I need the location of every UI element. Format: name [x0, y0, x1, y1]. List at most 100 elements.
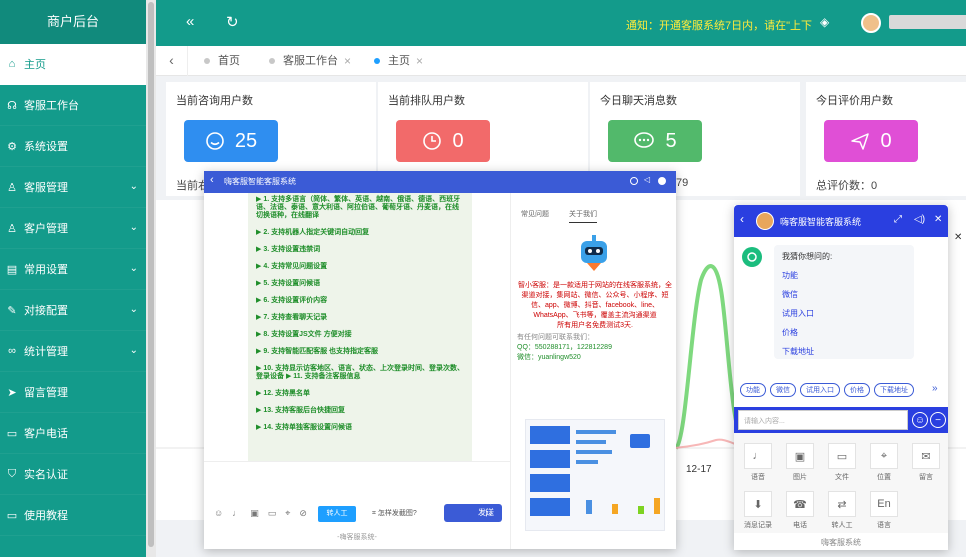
phone-icon: ☎: [786, 491, 814, 517]
clock-icon: [423, 132, 442, 150]
sidebar-item-8[interactable]: ➤ 留言管理: [0, 372, 146, 413]
sidebar-item-5[interactable]: ▤ 常用设置 ⌄: [0, 249, 146, 290]
chevron-down-icon: ⌄: [129, 345, 138, 356]
sidebar-item-0[interactable]: ⌂ 主页: [0, 44, 146, 85]
emoji-icon[interactable]: ☺: [214, 508, 223, 519]
sidebar-item-7[interactable]: ∞ 统计管理 ⌄: [0, 331, 146, 372]
chip-download[interactable]: 下载地址: [874, 383, 914, 397]
tool-transfer[interactable]: ⇄ 转人工: [822, 491, 862, 530]
download-icon: ⬇: [744, 491, 772, 517]
chip-price[interactable]: 价格: [844, 383, 870, 397]
avatar[interactable]: [861, 13, 881, 33]
minus-icon[interactable]: −: [930, 412, 946, 428]
tool-image[interactable]: ▣ 图片: [780, 443, 820, 482]
mic-icon: ♩: [744, 443, 772, 469]
screenshot-help-link[interactable]: ⌗ 怎样发截图?: [372, 508, 417, 518]
robot-icon: [581, 235, 607, 271]
dashboard-preview-image: [525, 419, 665, 531]
chat-icon: [634, 132, 655, 148]
quick-link-trial[interactable]: 试用入口: [782, 308, 906, 319]
link-icon: ∞: [8, 345, 16, 357]
contact-info: 有任何问题可联系我们： QQ：550288171，122812289 微信：yu…: [517, 334, 612, 361]
tool-mic[interactable]: ♩ 语音: [738, 443, 778, 482]
quick-reply-chips: 功能 微信 试用入口 价格 下载地址: [740, 383, 914, 397]
quick-link-wechat[interactable]: 微信: [782, 289, 906, 300]
chip-wechat[interactable]: 微信: [770, 383, 796, 397]
emoji-icon[interactable]: ☺: [912, 412, 928, 428]
sidebar-item-4[interactable]: ♙ 客户管理 ⌄: [0, 208, 146, 249]
sidebar-item-label: 客服管理: [24, 182, 68, 194]
tab-about[interactable]: 关于我们: [569, 209, 597, 223]
tool-language[interactable]: En 语言: [864, 491, 904, 530]
location-icon[interactable]: ⌖: [285, 508, 290, 519]
more-chips-icon[interactable]: »: [932, 383, 938, 394]
tool-message[interactable]: ✉ 留言: [906, 443, 946, 482]
back-icon[interactable]: ‹: [210, 174, 214, 186]
tool-download[interactable]: ⬇ 消息记录: [738, 491, 778, 530]
back-icon[interactable]: ‹: [740, 212, 744, 226]
info-panel: 常见问题 关于我们 智小客服：是一款适用于网站的在线客服系统，全渠道对接，集网站…: [510, 193, 676, 549]
tab-home[interactable]: 首页: [204, 46, 240, 76]
tool-phone[interactable]: ☎ 电话: [780, 491, 820, 530]
sidebar-scrollbar[interactable]: [146, 0, 156, 557]
sidebar-item-label: 统计管理: [24, 346, 68, 358]
feature-item: ▶ 7. 支持查看聊天记录: [256, 314, 328, 321]
tab-faq[interactable]: 常见问题: [521, 209, 549, 223]
feature-item: ▶ 3. 支持设置违禁词: [256, 246, 321, 253]
layers-icon[interactable]: ◈: [820, 15, 829, 29]
mic-icon[interactable]: ♩: [232, 508, 241, 519]
stat-card-reviews: 今日评价用户数 0 总评价数：0: [806, 82, 966, 196]
sidebar-item-6[interactable]: ✎ 对接配置 ⌄: [0, 290, 146, 331]
shield-icon: ⛉: [7, 467, 17, 480]
tab-scroll-left-icon[interactable]: ‹: [156, 46, 188, 76]
close-icon[interactable]: ✕: [934, 214, 942, 225]
chat-window-mobile: ‹ 嗨客服智能客服系统 ⤢ ◁) ✕ 我猜你想问的: 功能 微信 试用入口 价格…: [734, 205, 948, 550]
sidebar-item-2[interactable]: ⚙ 系统设置: [0, 126, 146, 167]
chip-trial[interactable]: 试用入口: [800, 383, 840, 397]
link-icon[interactable]: ⊘: [299, 508, 307, 519]
send-button[interactable]: 发送 |⌄: [444, 504, 502, 522]
message-input[interactable]: 请输入内容...: [738, 410, 908, 430]
chart-close-icon[interactable]: ✕: [954, 232, 962, 243]
sidebar-item-11[interactable]: ▭ 使用教程: [0, 495, 146, 536]
download-icon[interactable]: [630, 177, 638, 185]
chat-messages: ▶ 1. 支持多语言（简体、繁体、英语、越南、俄语、德语、西班牙语、法语、泰语、…: [204, 193, 510, 461]
sidebar-item-10[interactable]: ⛉ 实名认证: [0, 454, 146, 495]
x-tick-label: 12-17: [686, 464, 712, 475]
sidebar-item-1[interactable]: ☊ 客服工作台: [0, 85, 146, 126]
sidebar-item-label: 使用教程: [24, 510, 68, 522]
user-name-blurred[interactable]: [889, 15, 966, 29]
chevron-down-icon: ⌄: [129, 304, 138, 315]
quick-link-features[interactable]: 功能: [782, 270, 906, 281]
send-icon: ➤: [7, 386, 17, 399]
transfer-icon: ⇄: [828, 491, 856, 517]
tool-folder[interactable]: ▭ 文件: [822, 443, 862, 482]
folder-icon[interactable]: ▭: [268, 508, 277, 519]
sidebar-item-label: 留言管理: [24, 387, 68, 399]
feature-item: ▶ 9. 支持智能匹配客服 也支持指定客服: [256, 348, 379, 355]
tab-main[interactable]: 主页 ×: [374, 46, 423, 76]
refresh-icon[interactable]: ↻: [226, 13, 239, 31]
status-icon: [658, 177, 666, 185]
edit-icon: ✎: [7, 304, 17, 317]
tool-location[interactable]: ⌖ 位置: [864, 443, 904, 482]
transfer-button[interactable]: 转人工: [318, 506, 356, 522]
chip-features[interactable]: 功能: [740, 383, 766, 397]
chat-input-area: ☺ ♩ ▣ ▭ ⌖ ⊘ 转人工 ⌗ 怎样发截图? 发送 |⌄ -嗨客服系统-: [204, 461, 510, 549]
notice-text: 通知：开通客服系统7日内，请在"上下: [626, 20, 813, 32]
image-icon[interactable]: ▣: [250, 508, 259, 519]
quick-link-download[interactable]: 下载地址: [782, 346, 906, 357]
tab-workbench[interactable]: 客服工作台 ×: [269, 46, 351, 76]
sidebar-item-3[interactable]: ♙ 客服管理 ⌄: [0, 167, 146, 208]
about-description: 智小客服：是一款适用于网站的在线客服系统，全渠道对接，集网站、微信、公众号、小程…: [518, 282, 672, 329]
expand-icon[interactable]: ⤢: [894, 214, 902, 225]
volume-icon[interactable]: ◁): [914, 214, 925, 225]
chat-window-titlebar: ‹ 嗨客服智能客服系统 ◁: [204, 171, 676, 193]
close-icon[interactable]: ×: [416, 46, 423, 76]
quick-link-price[interactable]: 价格: [782, 327, 906, 338]
sidebar-item-9[interactable]: ▭ 客户电话: [0, 413, 146, 454]
collapse-icon[interactable]: «: [186, 13, 194, 30]
close-icon[interactable]: ×: [344, 46, 351, 76]
sidebar-item-label: 客服工作台: [24, 100, 79, 112]
volume-icon[interactable]: ◁: [644, 175, 654, 184]
